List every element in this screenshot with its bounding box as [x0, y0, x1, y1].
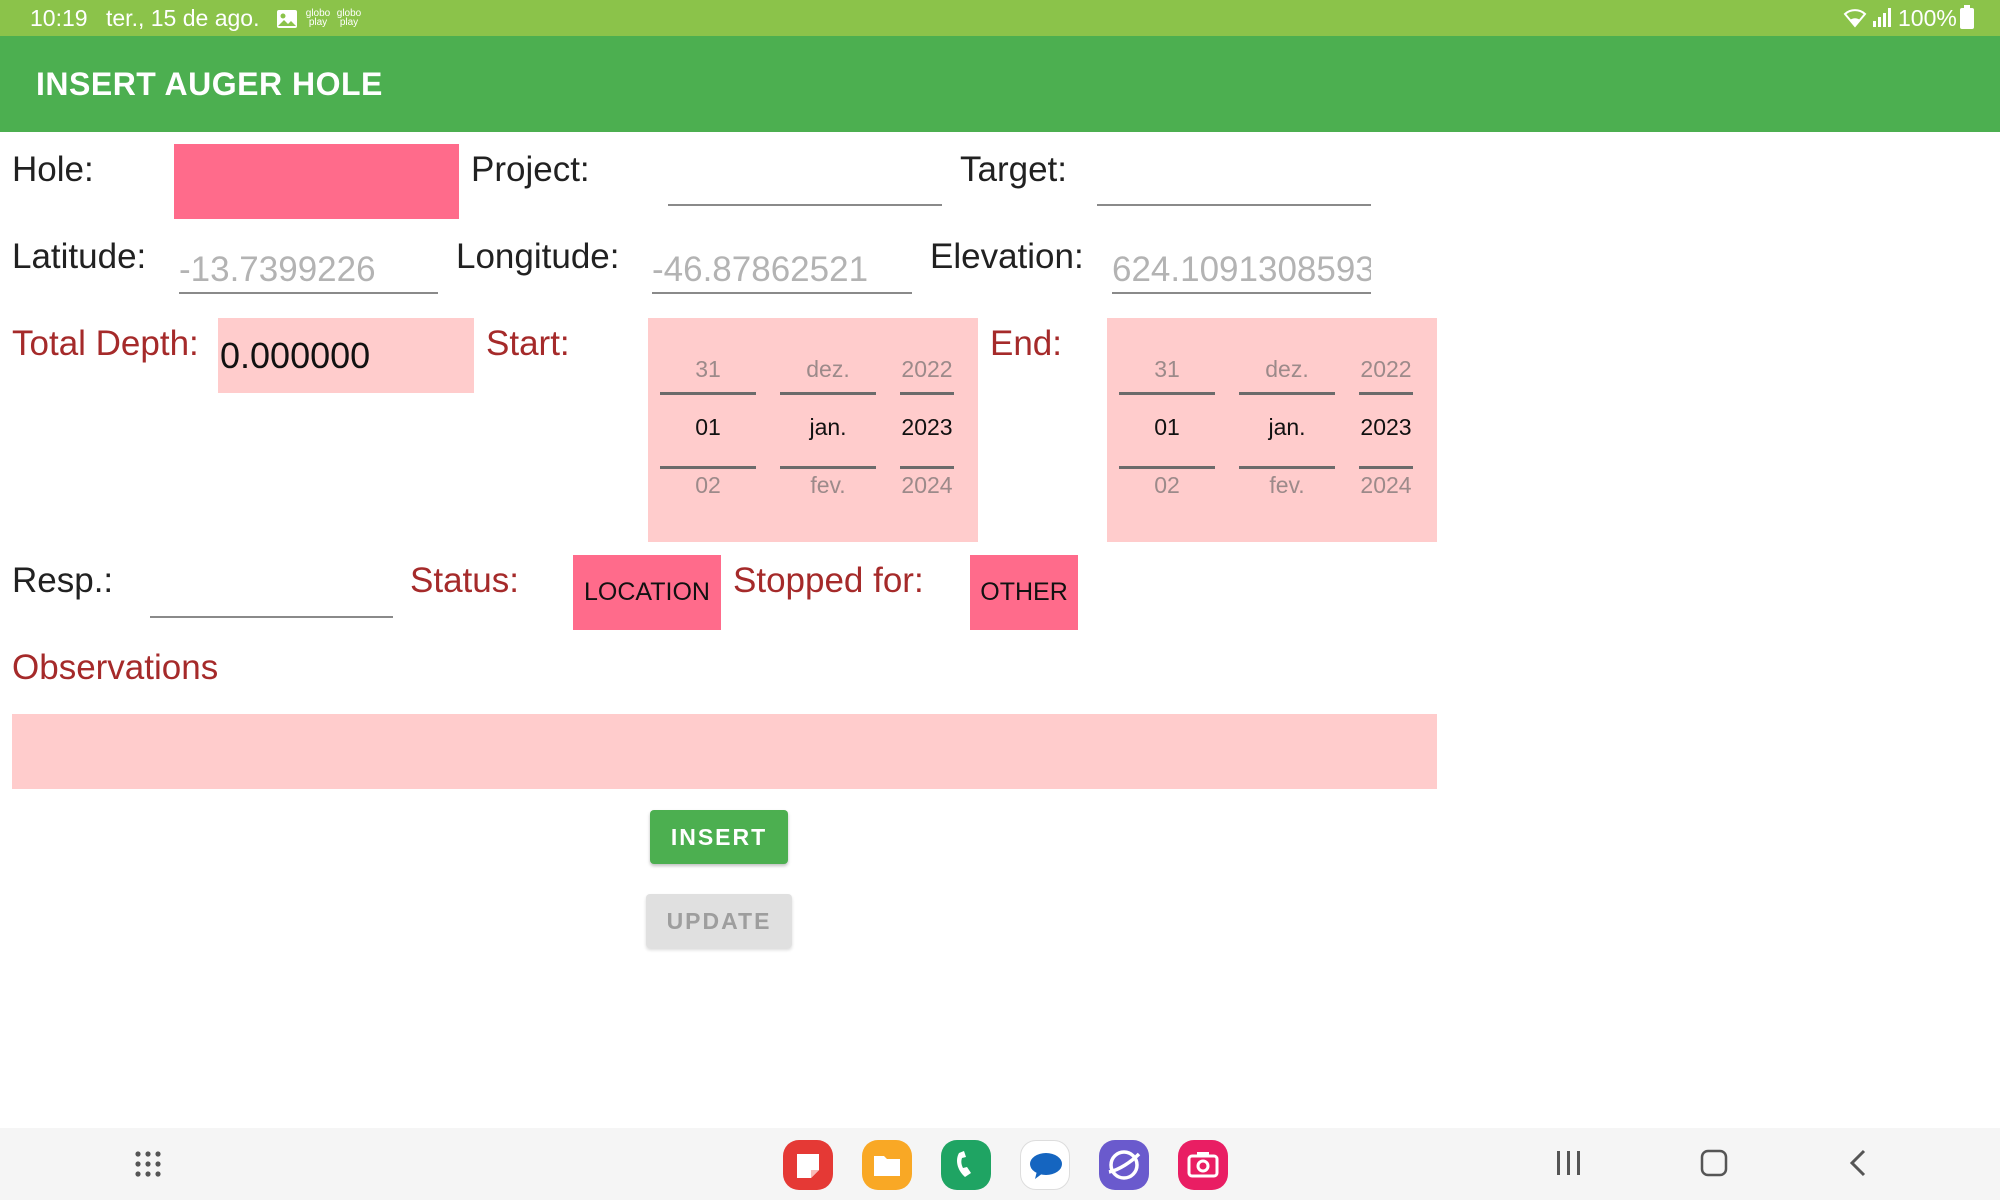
stopped-for-spinner[interactable]: OTHER — [970, 555, 1078, 630]
back-icon[interactable] — [1848, 1149, 1868, 1182]
end-month-prev[interactable]: dez. — [1239, 356, 1335, 383]
longitude-label: Longitude: — [456, 237, 620, 276]
hole-label: Hole: — [12, 150, 94, 189]
elevation-label: Elevation: — [930, 237, 1084, 276]
app-drawer-icon[interactable] — [134, 1150, 162, 1183]
start-year-prev[interactable]: 2022 — [900, 356, 954, 383]
start-year-current[interactable]: 2023 — [900, 414, 954, 441]
end-day-prev[interactable]: 31 — [1119, 356, 1215, 383]
battery-percent: 100% — [1898, 5, 1957, 31]
target-input[interactable] — [1097, 146, 1371, 206]
picker-divider — [780, 392, 876, 395]
start-month-next[interactable]: fev. — [780, 472, 876, 499]
latitude-input[interactable]: -13.7399226 — [179, 234, 438, 294]
picker-divider — [1359, 466, 1413, 469]
total-depth-input[interactable]: 0.000000 — [218, 318, 474, 393]
internet-icon[interactable] — [1099, 1140, 1149, 1190]
status-spinner[interactable]: LOCATION — [573, 555, 721, 630]
observations-label: Observations — [12, 648, 219, 687]
status-date: ter., 15 de ago. — [106, 5, 260, 31]
hole-input[interactable] — [174, 144, 459, 219]
resp-label: Resp.: — [12, 561, 114, 600]
app-bar: INSERT AUGER HOLE — [0, 36, 2000, 132]
picker-divider — [900, 466, 954, 469]
picker-divider — [1359, 392, 1413, 395]
start-label: Start: — [486, 324, 570, 363]
end-day-current[interactable]: 01 — [1119, 414, 1215, 441]
notes-icon[interactable] — [783, 1140, 833, 1190]
status-label: Status: — [410, 561, 519, 600]
project-label: Project: — [471, 150, 590, 189]
wifi-icon — [1842, 6, 1868, 34]
globoplay-notification-icon: globo play — [336, 8, 362, 28]
end-year-column[interactable]: 2022 2023 2024 — [1359, 318, 1413, 542]
start-month-prev[interactable]: dez. — [780, 356, 876, 383]
recent-apps-icon[interactable] — [1555, 1150, 1583, 1181]
navigation-bar — [0, 1128, 2000, 1200]
picker-divider — [1239, 392, 1335, 395]
my-files-icon[interactable] — [862, 1140, 912, 1190]
app-bar-title: INSERT AUGER HOLE — [36, 66, 383, 102]
target-label: Target: — [960, 150, 1067, 189]
status-bar: 10:19 ter., 15 de ago. globo play globo … — [0, 0, 2000, 36]
gallery-notification-icon — [276, 8, 298, 35]
resp-input[interactable] — [150, 558, 393, 618]
end-year-current[interactable]: 2023 — [1359, 414, 1413, 441]
end-day-next[interactable]: 02 — [1119, 472, 1215, 499]
end-month-column[interactable]: dez. jan. fev. — [1239, 318, 1335, 542]
stopped-for-label: Stopped for: — [733, 561, 924, 600]
picker-divider — [660, 392, 756, 395]
status-time: 10:19 — [30, 5, 88, 31]
project-input[interactable] — [668, 146, 942, 206]
battery-icon — [1960, 5, 1974, 35]
screen: 10:19 ter., 15 de ago. globo play globo … — [0, 0, 2000, 1200]
globoplay-notification-icon: globo play — [305, 8, 331, 28]
insert-button[interactable]: INSERT — [650, 810, 788, 864]
end-day-column[interactable]: 31 01 02 — [1119, 318, 1215, 542]
observations-input[interactable] — [12, 714, 1437, 789]
update-button[interactable]: UPDATE — [646, 894, 792, 948]
start-year-column[interactable]: 2022 2023 2024 — [900, 318, 954, 542]
picker-divider — [1119, 466, 1215, 469]
start-date-picker[interactable]: 31 01 02 dez. jan. fev. 2022 2023 2024 — [648, 318, 978, 542]
camera-icon[interactable] — [1178, 1140, 1228, 1190]
latitude-label: Latitude: — [12, 237, 147, 276]
home-icon[interactable] — [1700, 1149, 1728, 1182]
end-month-current[interactable]: jan. — [1239, 414, 1335, 441]
longitude-input[interactable]: -46.87862521 — [652, 234, 912, 294]
start-day-current[interactable]: 01 — [660, 414, 756, 441]
end-date-picker[interactable]: 31 01 02 dez. jan. fev. 2022 2023 2024 — [1107, 318, 1437, 542]
start-month-column[interactable]: dez. jan. fev. — [780, 318, 876, 542]
start-day-column[interactable]: 31 01 02 — [660, 318, 756, 542]
picker-divider — [780, 466, 876, 469]
picker-divider — [1119, 392, 1215, 395]
signal-icon — [1872, 6, 1892, 34]
start-month-current[interactable]: jan. — [780, 414, 876, 441]
total-depth-value: 0.000000 — [220, 335, 371, 376]
start-year-next[interactable]: 2024 — [900, 472, 954, 499]
phone-icon[interactable] — [941, 1140, 991, 1190]
picker-divider — [1239, 466, 1335, 469]
end-label: End: — [990, 324, 1062, 363]
start-day-prev[interactable]: 31 — [660, 356, 756, 383]
elevation-input[interactable]: 624.109130859375 — [1112, 234, 1371, 294]
total-depth-label: Total Depth: — [12, 324, 199, 363]
picker-divider — [660, 466, 756, 469]
messages-icon[interactable] — [1020, 1140, 1070, 1190]
end-year-next[interactable]: 2024 — [1359, 472, 1413, 499]
end-month-next[interactable]: fev. — [1239, 472, 1335, 499]
picker-divider — [900, 392, 954, 395]
start-day-next[interactable]: 02 — [660, 472, 756, 499]
end-year-prev[interactable]: 2022 — [1359, 356, 1413, 383]
